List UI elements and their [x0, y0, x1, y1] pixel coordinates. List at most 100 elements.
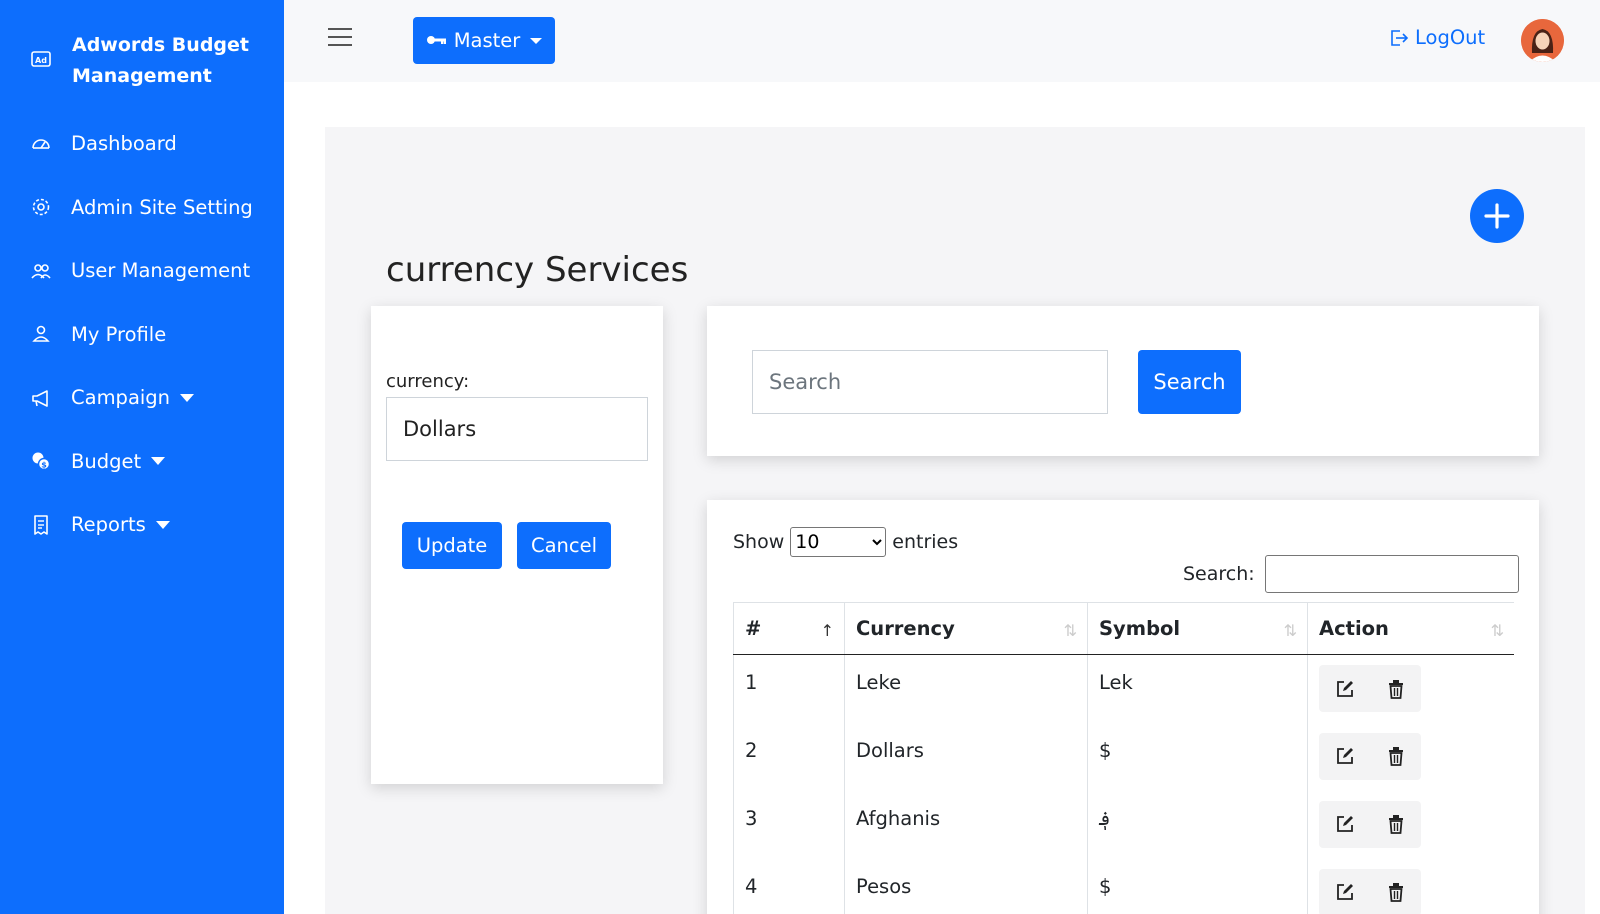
cell-number: 1 [733, 654, 845, 723]
column-header-symbol[interactable]: Symbol ⇅ [1087, 602, 1308, 655]
cell-action [1307, 722, 1514, 791]
users-icon [30, 260, 52, 282]
table-row: 4 Pesos $ [733, 858, 1514, 914]
search-button[interactable]: Search [1138, 350, 1241, 414]
entries-length-control: Show 10 entries [733, 527, 958, 557]
topbar: Master LogOut [284, 0, 1600, 82]
logout-label: LogOut [1415, 26, 1486, 49]
currency-field-label: currency: [386, 371, 470, 392]
cell-currency: Pesos [844, 858, 1088, 914]
table-header-row: # ↑ Currency ⇅ Symbol ⇅ Action ⇅ [733, 602, 1514, 655]
entries-label: entries [892, 531, 959, 553]
sort-icon: ⇅ [1490, 621, 1504, 640]
currency-table-card: Show 10 entries Search: # ↑ Currency ⇅ S… [707, 500, 1539, 914]
cell-symbol: ؋ [1087, 790, 1308, 859]
edit-icon[interactable] [1334, 813, 1356, 835]
column-header-number[interactable]: # ↑ [733, 602, 845, 655]
column-header-label: Action [1319, 617, 1389, 640]
table-row: 3 Afghanis ؋ [733, 790, 1514, 859]
sidebar-item-label: Reports [71, 513, 146, 537]
sidebar-item-label: Dashboard [71, 132, 177, 156]
cell-currency: Afghanis [844, 790, 1088, 859]
speedometer-icon [30, 133, 52, 155]
cell-symbol: $ [1087, 722, 1308, 791]
cell-action [1307, 654, 1514, 723]
brand[interactable]: Ad Adwords Budget Management [0, 0, 284, 92]
logout-icon [1391, 29, 1409, 46]
cell-number: 4 [733, 858, 845, 914]
sort-ascending-icon: ↑ [820, 621, 834, 640]
cell-number: 3 [733, 790, 845, 859]
sidebar-item-label: Admin Site Setting [71, 195, 253, 219]
svg-text:Ad: Ad [35, 56, 47, 65]
cell-action [1307, 790, 1514, 859]
caret-down-icon [180, 393, 195, 402]
sort-icon: ⇅ [1063, 621, 1077, 640]
ad-icon: Ad [30, 48, 52, 70]
column-header-action[interactable]: Action ⇅ [1307, 602, 1514, 655]
sidebar-item-user-management[interactable]: User Management [0, 239, 284, 303]
cancel-button[interactable]: Cancel [517, 522, 611, 569]
currency-form-card: currency: Update Cancel [371, 306, 663, 784]
search-input[interactable] [752, 350, 1108, 414]
caret-down-icon [155, 520, 170, 529]
sidebar-item-label: Campaign [71, 386, 171, 410]
table-search-input[interactable] [1264, 555, 1519, 593]
sidebar-item-label: User Management [71, 259, 251, 283]
column-header-label: # [745, 617, 762, 640]
sidebar-item-admin-site-setting[interactable]: Admin Site Setting [0, 176, 284, 240]
cell-action [1307, 858, 1514, 914]
sidebar: Ad Adwords Budget Management Dashboard A… [0, 0, 284, 914]
master-dropdown-button[interactable]: Master [413, 17, 555, 64]
trash-icon[interactable] [1386, 745, 1406, 767]
cell-currency: Leke [844, 654, 1088, 723]
currency-field[interactable] [386, 397, 648, 461]
sidebar-nav: Dashboard Admin Site Setting User Manage… [0, 112, 284, 557]
plus-icon [1484, 203, 1510, 229]
coins-icon: $ [30, 450, 52, 472]
edit-icon[interactable] [1334, 745, 1356, 767]
table-search-label: Search: [1183, 563, 1255, 585]
sidebar-item-label: My Profile [71, 322, 167, 346]
avatar[interactable] [1521, 19, 1564, 62]
caret-down-icon [151, 457, 166, 466]
table-row: 2 Dollars $ [733, 722, 1514, 791]
hamburger-menu-icon[interactable] [328, 28, 352, 48]
column-header-label: Symbol [1099, 617, 1181, 640]
trash-icon[interactable] [1386, 881, 1406, 903]
column-header-currency[interactable]: Currency ⇅ [844, 602, 1088, 655]
edit-icon[interactable] [1334, 881, 1356, 903]
sidebar-item-budget[interactable]: $ Budget [0, 430, 284, 494]
update-button[interactable]: Update [402, 522, 502, 569]
person-icon [30, 323, 52, 345]
table-row: 1 Leke Lek [733, 654, 1514, 723]
cell-currency: Dollars [844, 722, 1088, 791]
search-card: Search [707, 306, 1539, 456]
gear-icon [30, 196, 52, 218]
svg-text:$: $ [41, 461, 47, 470]
action-group [1319, 732, 1421, 780]
trash-icon[interactable] [1386, 678, 1406, 700]
megaphone-icon [30, 387, 52, 409]
sidebar-item-dashboard[interactable]: Dashboard [0, 112, 284, 176]
key-icon [426, 29, 448, 52]
action-group [1319, 868, 1421, 914]
master-label: Master [453, 29, 521, 52]
page-title: currency Services [386, 250, 689, 290]
receipt-icon [30, 514, 52, 536]
cell-number: 2 [733, 722, 845, 791]
action-group [1319, 800, 1421, 848]
sidebar-item-campaign[interactable]: Campaign [0, 366, 284, 430]
logout-link[interactable]: LogOut [1388, 26, 1485, 49]
edit-icon[interactable] [1334, 678, 1356, 700]
entries-select[interactable]: 10 [790, 527, 887, 557]
add-button[interactable] [1470, 189, 1524, 243]
caret-down-icon [530, 37, 543, 44]
sidebar-item-my-profile[interactable]: My Profile [0, 303, 284, 367]
show-label: Show [733, 531, 785, 553]
sidebar-item-reports[interactable]: Reports [0, 493, 284, 557]
currency-table: # ↑ Currency ⇅ Symbol ⇅ Action ⇅ 1 Leke … [733, 602, 1514, 914]
trash-icon[interactable] [1386, 813, 1406, 835]
sort-icon: ⇅ [1283, 621, 1297, 640]
action-group [1319, 665, 1421, 712]
